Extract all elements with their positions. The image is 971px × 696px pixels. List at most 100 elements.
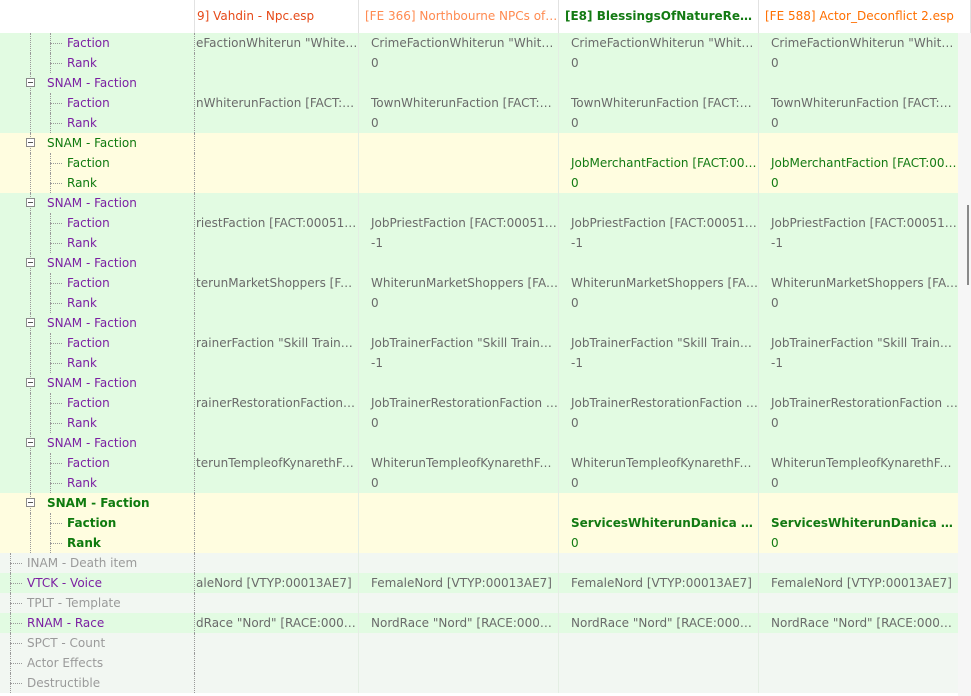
record-label-cell[interactable]: Faction: [0, 273, 195, 293]
value-cell[interactable]: [195, 253, 359, 273]
value-cell[interactable]: [559, 313, 759, 333]
table-row[interactable]: TPLT - Template: [0, 593, 958, 613]
table-row[interactable]: SNAM - Faction: [0, 433, 958, 453]
value-cell[interactable]: ServicesWhiterunDanica "Dani...: [759, 513, 958, 533]
value-cell[interactable]: 0: [359, 53, 559, 73]
record-label-cell[interactable]: Faction: [0, 213, 195, 233]
record-label-cell[interactable]: SNAM - Faction: [0, 73, 195, 93]
value-cell[interactable]: [195, 193, 359, 213]
collapse-icon[interactable]: [26, 138, 35, 147]
value-cell[interactable]: eFactionWhiterun "Whiterun...: [195, 33, 359, 53]
table-row[interactable]: Faction terunTempleofKynarethFacti... Whit…: [0, 453, 958, 473]
record-label-cell[interactable]: Rank: [0, 233, 195, 253]
value-cell[interactable]: [195, 173, 359, 193]
value-cell[interactable]: -1: [559, 233, 759, 253]
value-cell[interactable]: [359, 253, 559, 273]
collapse-icon[interactable]: [26, 378, 35, 387]
value-cell[interactable]: [195, 113, 359, 133]
table-row[interactable]: FactionterunMarketShoppers [FACT:...Whit…: [0, 273, 958, 293]
value-cell[interactable]: [559, 493, 759, 513]
value-cell[interactable]: 0: [759, 533, 958, 553]
table-row[interactable]: SNAM - Faction: [0, 253, 958, 273]
value-cell[interactable]: TownWhiterunFaction [FACT:000...: [759, 93, 958, 113]
value-cell[interactable]: aleNord [VTYP:00013AE7]: [195, 573, 359, 593]
value-cell[interactable]: [195, 653, 359, 673]
record-label-cell[interactable]: Rank: [0, 413, 195, 433]
record-label-cell[interactable]: Faction: [0, 153, 195, 173]
value-cell[interactable]: NordRace "Nord" [RACE:0001374...: [359, 613, 559, 633]
value-cell[interactable]: [195, 433, 359, 453]
value-cell[interactable]: [759, 633, 958, 653]
value-cell[interactable]: FemaleNord [VTYP:00013AE7]: [359, 573, 559, 593]
value-cell[interactable]: [759, 373, 958, 393]
value-cell[interactable]: [195, 313, 359, 333]
value-cell[interactable]: TownWhiterunFaction [FACT:000...: [359, 93, 559, 113]
value-cell[interactable]: [359, 173, 559, 193]
collapse-icon[interactable]: [26, 78, 35, 87]
value-cell[interactable]: ServicesWhiterunDanica "Dani...: [559, 513, 759, 533]
value-cell[interactable]: 0: [759, 293, 958, 313]
value-cell[interactable]: 0: [559, 473, 759, 493]
table-row[interactable]: Rank 0 0 0: [0, 53, 958, 73]
value-cell[interactable]: [359, 493, 559, 513]
value-cell[interactable]: [759, 493, 958, 513]
record-label-cell[interactable]: Rank: [0, 173, 195, 193]
table-row[interactable]: Faction rainerRestorationFaction "R... Job…: [0, 393, 958, 413]
value-cell[interactable]: -1: [359, 233, 559, 253]
record-label-cell[interactable]: Rank: [0, 353, 195, 373]
value-cell[interactable]: [559, 673, 759, 693]
value-cell[interactable]: NordRace "Nord" [RACE:0001374...: [559, 613, 759, 633]
value-cell[interactable]: [359, 433, 559, 453]
record-label-cell[interactable]: RNAM - Race: [0, 613, 195, 633]
value-cell[interactable]: [359, 633, 559, 653]
value-cell[interactable]: JobPriestFaction [FACT:0005159A]: [559, 213, 759, 233]
value-cell[interactable]: [359, 153, 559, 173]
collapse-icon[interactable]: [26, 438, 35, 447]
value-cell[interactable]: [195, 493, 359, 513]
value-cell[interactable]: [195, 373, 359, 393]
value-cell[interactable]: [759, 193, 958, 213]
value-cell[interactable]: [759, 313, 958, 333]
value-cell[interactable]: 0: [759, 413, 958, 433]
value-cell[interactable]: [195, 353, 359, 373]
value-cell[interactable]: JobTrainerRestorationFaction "R...: [359, 393, 559, 413]
record-label-cell[interactable]: Rank: [0, 293, 195, 313]
table-row[interactable]: Rank 0 0 0: [0, 113, 958, 133]
table-row[interactable]: Faction riestFaction [FACT:0005159A] JobPr…: [0, 213, 958, 233]
value-cell[interactable]: [759, 433, 958, 453]
value-cell[interactable]: [195, 233, 359, 253]
value-cell[interactable]: [359, 553, 559, 573]
record-label-cell[interactable]: SNAM - Faction: [0, 253, 195, 273]
value-cell[interactable]: WhiterunTempleofKynarethFacti...: [559, 453, 759, 473]
value-cell[interactable]: [559, 193, 759, 213]
table-row[interactable]: INAM - Death item: [0, 553, 958, 573]
value-cell[interactable]: CrimeFactionWhiterun "Whiteru...: [559, 33, 759, 53]
value-cell[interactable]: 0: [559, 53, 759, 73]
table-row[interactable]: Rank 0 0: [0, 533, 958, 553]
header-plugin-blessings[interactable]: [E8] BlessingsOfNatureReward....: [559, 0, 759, 33]
value-cell[interactable]: [359, 593, 559, 613]
value-cell[interactable]: [359, 673, 559, 693]
value-cell[interactable]: terunMarketShoppers [FACT:...: [195, 273, 359, 293]
value-cell[interactable]: WhiterunTempleofKynarethFacti...: [359, 453, 559, 473]
value-cell[interactable]: [359, 193, 559, 213]
table-row[interactable]: SNAM - Faction: [0, 493, 958, 513]
value-cell[interactable]: JobTrainerFaction "Skill Trainer" [...: [759, 333, 958, 353]
value-cell[interactable]: JobPriestFaction [FACT:0005159A]: [759, 213, 958, 233]
value-cell[interactable]: CrimeFactionWhiterun "Whiteru...: [359, 33, 559, 53]
record-label-cell[interactable]: SNAM - Faction: [0, 433, 195, 453]
collapse-icon[interactable]: [26, 318, 35, 327]
value-cell[interactable]: [759, 653, 958, 673]
value-cell[interactable]: 0: [759, 53, 958, 73]
vertical-scrollbar[interactable]: [958, 33, 971, 696]
value-cell[interactable]: [559, 593, 759, 613]
value-cell[interactable]: [359, 513, 559, 533]
table-row[interactable]: SNAM - Faction: [0, 313, 958, 333]
header-record-column[interactable]: [0, 0, 195, 33]
table-row[interactable]: Faction rainerFaction "Skill Trainer" [..…: [0, 333, 958, 353]
value-cell[interactable]: 0: [359, 113, 559, 133]
record-label-cell[interactable]: Faction: [0, 393, 195, 413]
record-label-cell[interactable]: Rank: [0, 473, 195, 493]
header-plugin-northbourne[interactable]: [FE 366] Northbourne NPCs of W...: [359, 0, 559, 33]
value-cell[interactable]: 0: [359, 473, 559, 493]
